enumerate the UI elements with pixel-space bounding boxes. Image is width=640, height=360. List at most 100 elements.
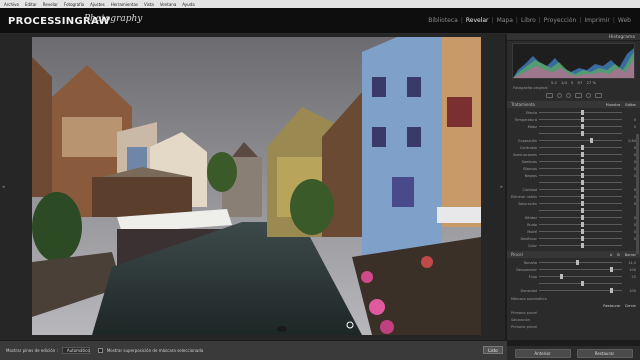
slider-track[interactable] — [539, 281, 622, 286]
show-pins-select[interactable]: Automático — [61, 347, 90, 354]
menu-ajustes[interactable]: Ajustes — [90, 2, 105, 7]
slider-knob[interactable] — [580, 187, 584, 192]
photo-canvas[interactable] — [32, 37, 481, 335]
panel-scrollbar[interactable] — [636, 134, 639, 254]
adjustment-brush-icon[interactable] — [594, 93, 602, 98]
slider-track[interactable] — [539, 138, 622, 143]
slider-knob[interactable] — [580, 152, 584, 157]
slider-knob[interactable] — [580, 208, 584, 213]
slider-row: Efecto — [511, 109, 636, 116]
slider-row: Moiré 0 — [511, 228, 636, 235]
slider-knob[interactable] — [580, 166, 584, 171]
histogram-header[interactable]: Histograma — [507, 34, 640, 41]
menu-ayuda[interactable]: Ayuda — [182, 2, 194, 7]
menu-editar[interactable]: Editar — [25, 2, 37, 7]
slider-track[interactable] — [539, 267, 622, 272]
slider-track[interactable] — [539, 201, 622, 206]
brush-b-button[interactable]: B — [617, 253, 619, 257]
mask-edit-button[interactable]: Editar — [625, 103, 636, 107]
slider-track[interactable] — [539, 173, 622, 178]
close-link[interactable]: Cerrar — [625, 304, 636, 308]
slider-track[interactable] — [539, 131, 622, 136]
module-proyeccion[interactable]: Proyección — [541, 17, 580, 24]
slider-track[interactable] — [539, 215, 622, 220]
brush-erase-button[interactable]: Borrar — [625, 253, 636, 257]
slider-track[interactable] — [539, 117, 622, 122]
right-panel: Histograma 5.2 1/4 5 f/7 27 % Fotografía… — [507, 34, 640, 340]
slider-knob[interactable] — [580, 117, 584, 122]
menu-vista[interactable]: Vista — [144, 2, 154, 7]
slider-knob[interactable] — [559, 274, 563, 279]
slider-knob[interactable] — [580, 194, 584, 199]
slider-knob[interactable] — [580, 145, 584, 150]
menu-herramientas[interactable]: Herramientas — [111, 2, 138, 7]
graduated-filter-icon[interactable] — [574, 93, 582, 98]
slider-knob[interactable] — [590, 138, 594, 143]
spot-removal-icon[interactable] — [556, 93, 562, 98]
crop-icon[interactable] — [545, 93, 553, 98]
slider-knob[interactable] — [580, 124, 584, 129]
slider-row: Claridad 0 — [511, 186, 636, 193]
module-revelar[interactable]: Revelar — [463, 17, 492, 24]
module-mapa[interactable]: Mapa — [494, 17, 516, 24]
slider-row: Ruido 0 — [511, 221, 636, 228]
menu-ventana[interactable]: Ventana — [160, 2, 176, 7]
mask-new-button[interactable]: Muestra — [606, 103, 621, 107]
module-web[interactable]: Web — [615, 17, 634, 24]
slider-track[interactable] — [539, 236, 622, 241]
slider-knob[interactable] — [580, 131, 584, 136]
done-button[interactable]: Listo — [483, 346, 503, 354]
slider-knob[interactable] — [580, 243, 584, 248]
menu-revelar[interactable]: Revelar — [43, 2, 58, 7]
slider-knob[interactable] — [580, 215, 584, 220]
menu-fotografia[interactable]: Fotografía — [64, 2, 84, 7]
slider-track[interactable] — [539, 145, 622, 150]
slider-track[interactable] — [539, 194, 622, 199]
menu-archivo[interactable]: Archivo — [4, 2, 19, 7]
slider-label: Negros — [524, 173, 537, 178]
slider-track[interactable] — [539, 274, 622, 279]
slider-knob[interactable] — [580, 110, 584, 115]
radial-filter-icon[interactable] — [585, 93, 591, 98]
slider-track[interactable] — [539, 229, 622, 234]
previous-button[interactable]: Anterior — [514, 348, 571, 358]
auto-mask-row[interactable]: Máscara automática — [507, 295, 640, 302]
slider-track[interactable] — [539, 260, 622, 265]
slider-track[interactable] — [539, 180, 622, 185]
right-panel-toggle-icon[interactable]: ▸ — [500, 184, 503, 190]
slider-track[interactable] — [539, 243, 622, 248]
slider-track[interactable] — [539, 110, 622, 115]
slider-knob[interactable] — [576, 260, 580, 265]
slider-track[interactable] — [539, 222, 622, 227]
slider-knob[interactable] — [580, 236, 584, 241]
module-biblioteca[interactable]: Biblioteca — [425, 17, 461, 24]
slider-track[interactable] — [539, 124, 622, 129]
left-panel-toggle-icon[interactable]: ◂ — [2, 184, 5, 190]
show-mask-checkbox[interactable] — [97, 348, 103, 353]
slider-knob[interactable] — [609, 288, 613, 293]
slider-row: Iluminaciones 0 — [511, 151, 636, 158]
slider-knob[interactable] — [580, 159, 584, 164]
slider-track[interactable] — [539, 166, 622, 171]
slider-knob[interactable] — [580, 281, 584, 286]
slider-knob[interactable] — [580, 173, 584, 178]
slider-track[interactable] — [539, 152, 622, 157]
slider-knob[interactable] — [580, 229, 584, 234]
slider-knob[interactable] — [580, 180, 584, 185]
slider-track[interactable] — [539, 288, 622, 293]
reset-button[interactable]: Restaurar — [576, 348, 633, 358]
slider-track[interactable] — [539, 208, 622, 213]
restore-link[interactable]: Restaurar — [603, 304, 620, 308]
module-imprimir[interactable]: Imprimir — [581, 17, 613, 24]
bottom-toolbar: Mostrar pines de edición : Automático Mo… — [0, 340, 507, 360]
slider-track[interactable] — [539, 187, 622, 192]
brush-a-button[interactable]: A — [610, 253, 612, 257]
red-eye-icon[interactable] — [565, 93, 571, 98]
slider-knob[interactable] — [609, 267, 613, 272]
slider-label: Temperatura — [514, 117, 537, 122]
slider-track[interactable] — [539, 159, 622, 164]
slider-knob[interactable] — [580, 201, 584, 206]
slider-knob[interactable] — [580, 222, 584, 227]
slider-label: Flujo — [528, 274, 537, 279]
module-libro[interactable]: Libro — [518, 17, 539, 24]
